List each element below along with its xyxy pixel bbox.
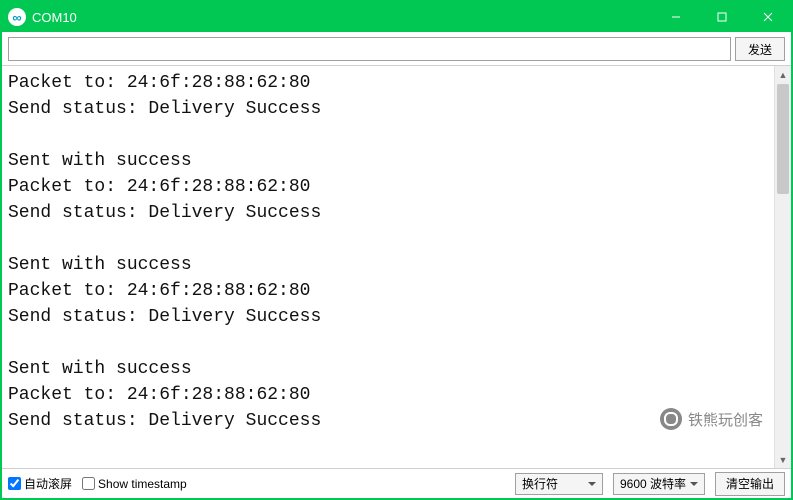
titlebar[interactable]: COM10 bbox=[2, 2, 791, 32]
arduino-icon bbox=[8, 8, 26, 26]
maximize-button[interactable] bbox=[699, 2, 745, 32]
baud-rate-value: 9600 波特率 bbox=[620, 475, 686, 492]
window-controls bbox=[653, 2, 791, 32]
send-button[interactable]: 发送 bbox=[735, 37, 785, 61]
console-output[interactable]: Packet to: 24:6f:28:88:62:80 Send status… bbox=[2, 66, 774, 468]
serial-monitor-window: COM10 发送 Packet to: 24:6f:28:88:62:80 Se… bbox=[0, 0, 793, 500]
vertical-scrollbar[interactable]: ▲ ▼ bbox=[774, 66, 791, 468]
close-button[interactable] bbox=[745, 2, 791, 32]
minimize-button[interactable] bbox=[653, 2, 699, 32]
timestamp-checkbox[interactable]: Show timestamp bbox=[82, 477, 187, 491]
autoscroll-input[interactable] bbox=[8, 477, 21, 490]
console-area: Packet to: 24:6f:28:88:62:80 Send status… bbox=[2, 65, 791, 468]
window-title: COM10 bbox=[32, 10, 77, 25]
send-row: 发送 bbox=[2, 32, 791, 65]
timestamp-label: Show timestamp bbox=[98, 477, 187, 491]
scroll-up-icon[interactable]: ▲ bbox=[775, 66, 791, 83]
autoscroll-checkbox[interactable]: 自动滚屏 bbox=[8, 475, 72, 492]
scroll-down-icon[interactable]: ▼ bbox=[775, 451, 791, 468]
command-input[interactable] bbox=[8, 37, 731, 61]
line-ending-select[interactable]: 换行符 bbox=[515, 473, 603, 495]
timestamp-input[interactable] bbox=[82, 477, 95, 490]
scroll-thumb[interactable] bbox=[777, 84, 789, 194]
clear-output-button[interactable]: 清空输出 bbox=[715, 472, 785, 496]
status-bar: 自动滚屏 Show timestamp 换行符 9600 波特率 清空输出 bbox=[2, 468, 791, 498]
line-ending-value: 换行符 bbox=[522, 475, 558, 492]
autoscroll-label: 自动滚屏 bbox=[24, 475, 72, 492]
baud-rate-select[interactable]: 9600 波特率 bbox=[613, 473, 705, 495]
